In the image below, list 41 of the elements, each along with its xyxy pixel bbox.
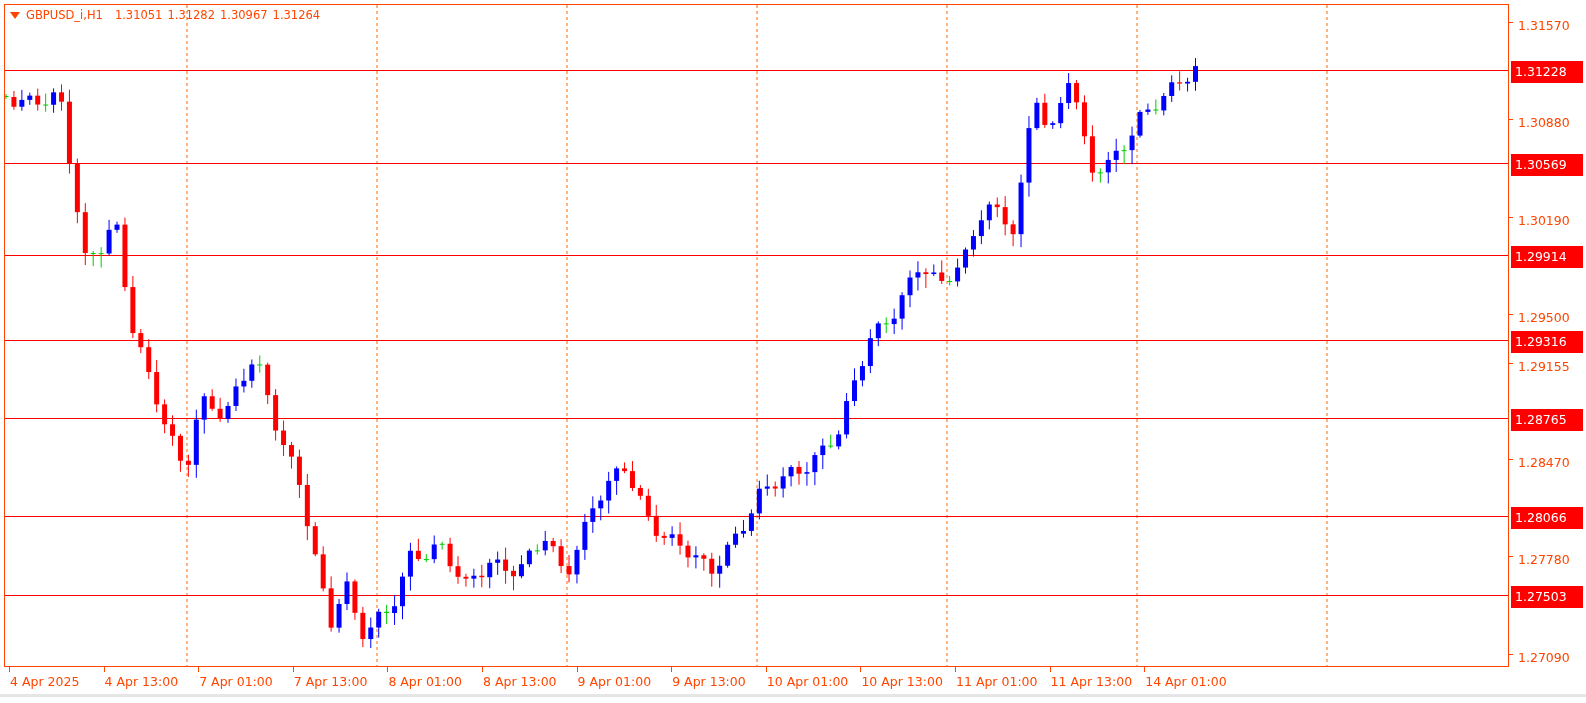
- time-label: 7 Apr 01:00: [199, 674, 273, 689]
- price-label: 1.31570: [1518, 17, 1570, 35]
- price-tag: 1.28066: [1511, 507, 1583, 529]
- ohlc-value: 1.30967: [220, 8, 268, 22]
- time-label: 4 Apr 13:00: [104, 674, 179, 689]
- price-label: 1.28470: [1518, 454, 1570, 473]
- price-label: 1.29500: [1518, 308, 1570, 327]
- level-line[interactable]: [5, 595, 1508, 596]
- ohlc-value: 1.31282: [167, 8, 215, 22]
- time-label: 11 Apr 01:00: [956, 674, 1038, 689]
- price-tag: 1.27503: [1511, 586, 1583, 608]
- ohlc-value: 1.31051: [114, 8, 163, 22]
- level-line[interactable]: [5, 255, 1508, 256]
- level-line[interactable]: [5, 340, 1508, 341]
- ohlc-value: 1.31264: [272, 8, 321, 22]
- price-label: 1.30880: [1518, 114, 1570, 133]
- time-label: 7 Apr 13:00: [293, 674, 368, 689]
- level-line[interactable]: [5, 163, 1508, 164]
- time-label: 9 Apr 13:00: [672, 674, 746, 689]
- time-label: 10 Apr 01:00: [766, 674, 849, 689]
- price-label: 1.27090: [1518, 648, 1570, 667]
- level-line[interactable]: [5, 516, 1508, 517]
- price-tag: 1.31228: [1511, 61, 1583, 83]
- time-label: 14 Apr 01:00: [1145, 674, 1227, 689]
- price-tag: 1.29914: [1511, 246, 1583, 268]
- price-tag: 1.29316: [1511, 331, 1583, 353]
- price-label: 1.29155: [1518, 357, 1570, 376]
- time-label: 11 Apr 13:00: [1050, 674, 1133, 689]
- price-label: 1.30190: [1518, 211, 1570, 230]
- price-tag: 1.28765: [1511, 409, 1583, 431]
- triangle-icon[interactable]: [10, 11, 20, 19]
- price-label: 1.27780: [1518, 551, 1570, 570]
- time-label: 9 Apr 01:00: [577, 674, 652, 689]
- time-label: 4 Apr 2025: [10, 674, 80, 689]
- time-label: 10 Apr 13:00: [861, 674, 943, 689]
- time-label: 8 Apr 01:00: [388, 674, 462, 689]
- level-line[interactable]: [5, 418, 1508, 419]
- symbol-title: GBPUSD_i,H1: [26, 8, 103, 22]
- time-label: 8 Apr 13:00: [483, 674, 557, 689]
- level-line[interactable]: [5, 70, 1508, 71]
- price-tag: 1.30569: [1511, 154, 1583, 176]
